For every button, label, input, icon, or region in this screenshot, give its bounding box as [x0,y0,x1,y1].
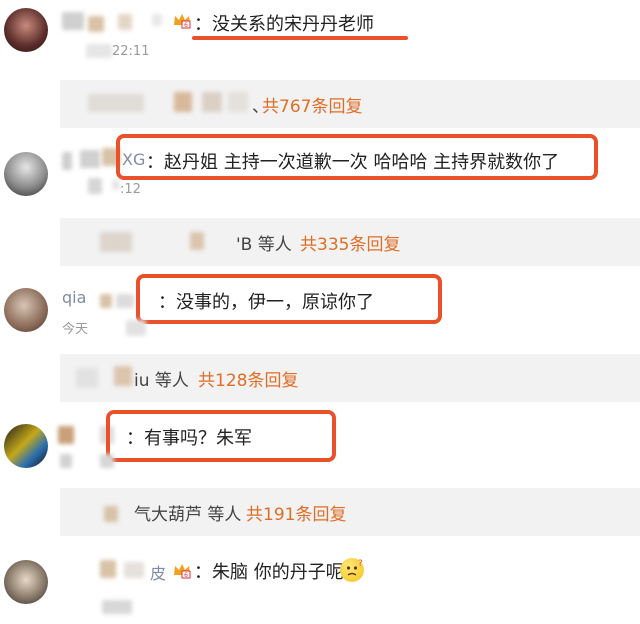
reply-count[interactable]: 共335条回复 [300,230,400,255]
time-blur [112,180,120,190]
reply-user-blur [174,92,192,112]
time-blur [126,320,146,336]
comment-5: 皮 6 ：朱脑 你的丹子呢 ? [0,550,640,624]
reply-bar[interactable]: 、 共767条回复 [60,80,640,128]
reply-bar[interactable]: 气大葫芦 等人 共191条回复 [60,488,640,536]
comment-text: ：没事的，伊一，原谅你了 [158,292,374,313]
comment-username[interactable]: qia [62,288,86,307]
time-blur [100,454,114,468]
time-blur [60,454,72,468]
reply-count[interactable]: 共767条回复 [262,92,362,117]
thinking-face-emoji-icon: ? [340,558,364,582]
avatar[interactable] [4,560,48,604]
reply-user-blur [76,368,98,388]
reply-user-blur [190,232,204,250]
reply-count[interactable]: 共128条回复 [198,366,298,391]
time-blur [102,600,132,614]
avatar[interactable] [4,8,48,52]
reply-user-blur [88,94,144,112]
comment-text: ：没关系的宋丹丹老师 [194,14,374,35]
reply-count[interactable]: 共191条回复 [246,500,346,525]
name-blur [58,426,74,444]
name-blur [100,426,114,444]
comment-time: :12 [120,182,141,197]
reply-user-blur [114,366,132,386]
comment-time: 今天 [62,322,89,337]
crown-badge-icon: 6 [174,564,191,579]
svg-text:6: 6 [184,22,188,29]
avatar[interactable] [4,288,48,332]
reply-users: iu 等人 [134,371,189,391]
svg-text:?: ? [358,559,363,569]
name-blur [116,294,134,308]
name-blur [124,562,144,578]
reply-user-blur [104,506,118,522]
reply-user-blur [202,92,222,112]
name-blur [118,14,132,30]
name-blur [62,152,72,170]
comment-1: 6 ：没关系的宋丹丹老师 22:11 [0,0,640,64]
comment-username[interactable]: 皮 [150,560,166,584]
avatar[interactable] [4,424,48,468]
reply-users: 气大葫芦 等人 [134,505,242,525]
avatar[interactable] [4,152,48,196]
comment-4: ：有事吗？朱军 [0,410,640,474]
reply-user-blur [100,232,132,252]
comment-2: XG ：赵丹姐 主持一次道歉一次 哈哈哈 主持界就数你了 :12 [0,134,640,210]
reply-bar[interactable]: 'B 等人 共335条回复 [60,218,640,266]
name-blur [100,560,116,578]
crown-badge-icon: 6 [174,14,191,29]
name-blur [88,16,104,32]
time-blur [88,178,102,194]
name-blur [62,12,84,30]
name-blur [102,148,120,166]
comment-text: ：赵丹姐 主持一次道歉一次 哈哈哈 主持界就数你了 [146,152,560,173]
reply-bar[interactable]: iu 等人 共128条回复 [60,354,640,402]
comment-text: ：朱脑 你的丹子呢 [194,562,344,583]
reply-users: 'B 等人 [236,235,292,255]
name-blur [100,294,112,308]
comment-time: 22:11 [112,44,150,59]
comment-3: qia ：没事的，伊一，原谅你了 今天 [0,274,640,340]
highlight-underline [192,36,408,40]
svg-text:6: 6 [184,572,188,579]
name-blur [152,14,162,26]
name-blur [80,150,100,168]
comment-username[interactable]: XG [122,150,145,169]
reply-user-blur [228,92,248,112]
comment-text: ：有事吗？朱军 [126,428,252,449]
time-blur [86,44,112,58]
